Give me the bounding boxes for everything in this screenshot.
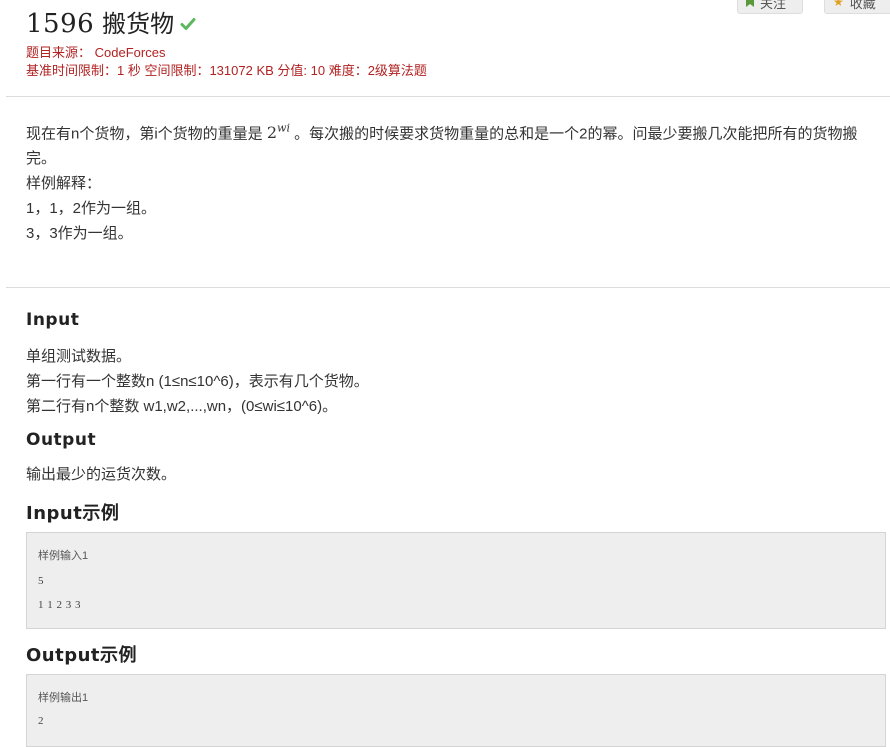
description-text-before: 现在有n个货物，第i个货物的重量是 <box>26 125 267 143</box>
output-example-heading: Output示例 <box>26 645 138 666</box>
input-heading: Input <box>26 310 80 330</box>
example-explanation-line: 1，1，2作为一组。 <box>26 200 157 218</box>
output-heading: Output <box>26 430 97 450</box>
input-example-heading: Input示例 <box>26 503 120 524</box>
sample-output-box[interactable]: 样例输出1 2 <box>26 674 886 747</box>
input-line: 第二行有n个整数 w1,w2,...,wn，(0≤wi≤10^6)。 <box>26 398 338 415</box>
sample-input-box[interactable]: 样例输入1 5 1 1 2 3 3 <box>26 532 886 629</box>
star-icon: ★ <box>833 0 844 9</box>
output-description: 输出最少的运货次数。 <box>26 462 176 487</box>
problem-description: 现在有n个货物，第i个货物的重量是 2wi 。每次搬的时候要求货物重量的总和是一… <box>26 116 886 246</box>
example-explanation-heading: 样例解释： <box>26 175 102 193</box>
sample-output-label: 样例输出1 <box>38 692 89 704</box>
follow-label: 关注 <box>760 0 787 11</box>
input-line: 第一行有一个整数n (1≤n≤10^6)，表示有几个货物。 <box>26 373 369 390</box>
bookmark-icon <box>746 0 754 10</box>
description-paragraph: 现在有n个货物，第i个货物的重量是 2wi 。每次搬的时候要求货物重量的总和是一… <box>26 116 886 171</box>
favorite-label: 收藏 <box>849 0 876 11</box>
problem-number: 1596 <box>26 9 95 39</box>
check-icon <box>180 16 196 36</box>
description-divider <box>6 287 890 288</box>
title-row: 1596 搬货物 <box>26 4 196 39</box>
problem-source: 题目来源： CodeForces <box>26 42 165 61</box>
input-description: 单组测试数据。 第一行有一个整数n (1≤n≤10^6)，表示有几个货物。 第二… <box>26 344 369 419</box>
math-base: 2 <box>266 123 278 143</box>
follow-button[interactable]: 关注 <box>737 0 803 14</box>
source-label: 题目来源： <box>26 45 92 60</box>
example-explanation-line: 3，3作为一组。 <box>26 225 133 243</box>
source-link[interactable]: CodeForces <box>95 45 166 60</box>
math-expression: 2wi <box>266 122 290 143</box>
problem-header: 1596 搬货物 题目来源： CodeForces 基准时间限制：1 秒 空间限… <box>0 0 890 96</box>
favorite-button[interactable]: ★ 收藏 <box>824 0 890 14</box>
sample-output-line: 2 <box>38 715 44 727</box>
input-line: 单组测试数据。 <box>26 348 132 365</box>
math-exponent: wi <box>277 122 290 135</box>
sample-input-line: 5 <box>38 575 44 587</box>
sample-input-label: 样例输入1 <box>38 550 89 562</box>
header-divider <box>6 96 890 97</box>
sample-input-line: 1 1 2 3 3 <box>38 599 81 611</box>
problem-limits: 基准时间限制：1 秒 空间限制：131072 KB 分值: 10 难度：2级算法… <box>26 63 427 78</box>
problem-title: 搬货物 <box>102 10 175 38</box>
output-line: 输出最少的运货次数。 <box>26 466 177 483</box>
